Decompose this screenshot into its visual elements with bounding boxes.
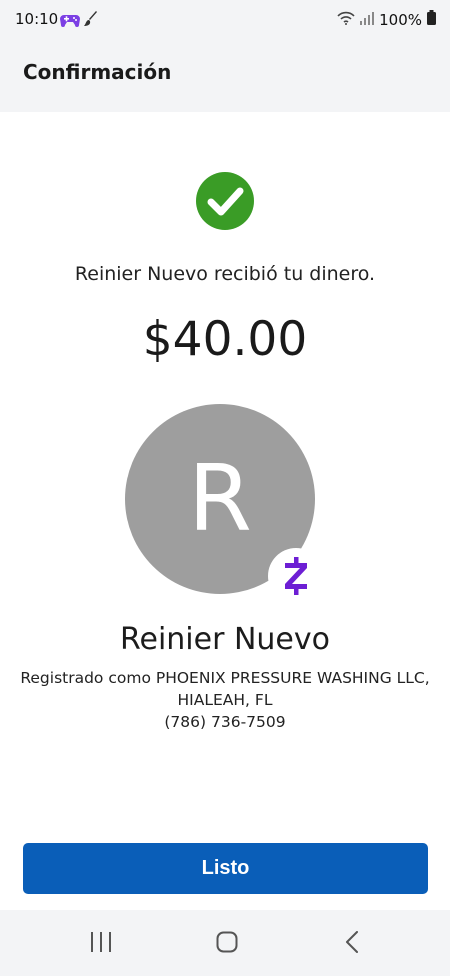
- status-time: 10:10: [15, 10, 59, 28]
- status-right: 100%: [337, 10, 436, 29]
- back-icon[interactable]: [345, 931, 359, 957]
- registered-line-2: HIALEAH, FL: [177, 691, 273, 709]
- wifi-icon: [337, 11, 355, 29]
- recipient-phone: (786) 736-7509: [164, 713, 286, 731]
- home-icon[interactable]: [216, 931, 238, 957]
- status-left-icons: [60, 11, 98, 31]
- zelle-icon: [268, 548, 324, 604]
- battery-text: 100%: [379, 10, 422, 29]
- brush-icon: [84, 11, 98, 31]
- registered-line-1: Registrado como PHOENIX PRESSURE WASHING…: [20, 669, 430, 687]
- confirmation-message: Reinier Nuevo recibió tu dinero.: [74, 263, 376, 285]
- page-title: Confirmación: [23, 60, 172, 84]
- battery-icon: [427, 10, 436, 29]
- navigation-bar: [0, 910, 450, 976]
- game-controller-icon: [60, 12, 80, 31]
- signal-icon: [360, 11, 375, 29]
- app-bar: Confirmación: [0, 40, 450, 112]
- done-button[interactable]: Listo: [23, 843, 428, 894]
- registered-as: Registrado como PHOENIX PRESSURE WASHING…: [0, 667, 450, 711]
- checkmark-icon: [196, 172, 254, 230]
- status-bar: 10:10 100%: [0, 0, 450, 40]
- amount: $40.00: [142, 312, 308, 367]
- recipient-name: Reinier Nuevo: [120, 622, 330, 657]
- recents-icon[interactable]: [90, 932, 112, 956]
